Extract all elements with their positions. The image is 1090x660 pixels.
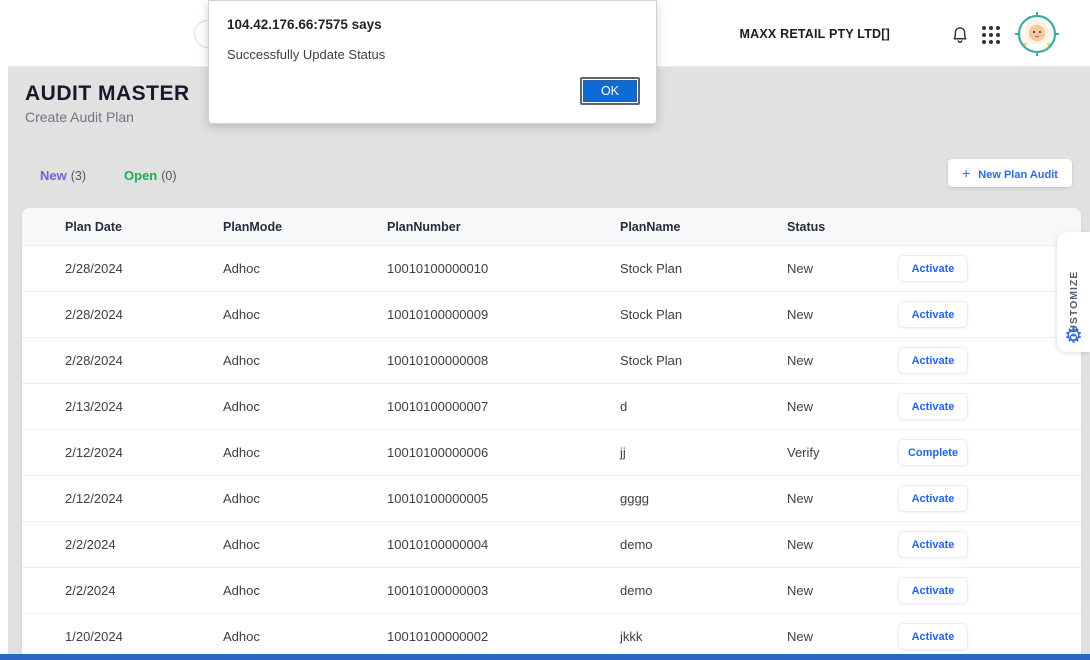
status-text: New [787,353,898,368]
alert-dialog-title: 104.42.176.66:7575 says [227,17,382,32]
cell-plan-number: 10010100000007 [387,399,620,414]
status-text: Verify [787,445,898,460]
tab-new-label: New [40,168,67,183]
col-plan-name: PlanName [620,220,787,234]
col-status: Status [787,220,898,234]
tab-new[interactable]: New (3) [40,168,86,183]
cell-plan-number: 10010100000002 [387,629,620,644]
table-row: 2/28/2024 Adhoc 10010100000009 Stock Pla… [22,292,1081,338]
cell-plan-mode: Adhoc [223,353,387,368]
cell-plan-number: 10010100000006 [387,445,620,460]
apps-grid-icon[interactable] [982,25,1002,45]
status-text: New [787,583,898,598]
status-text: New [787,537,898,552]
app-window: MAXX RETAIL PTY LTD[] [0,0,1090,660]
cell-plan-number: 10010100000008 [387,353,620,368]
cell-plan-name: demo [620,583,787,598]
col-plan-date: Plan Date [65,220,223,234]
new-plan-audit-button[interactable]: + New Plan Audit [948,159,1072,187]
cell-plan-date: 2/12/2024 [65,445,223,460]
cell-plan-name: gggg [620,491,787,506]
cell-plan-date: 2/13/2024 [65,399,223,414]
cell-plan-name: demo [620,537,787,552]
status-text: New [787,399,898,414]
cell-plan-number: 10010100000004 [387,537,620,552]
page-subtitle: Create Audit Plan [25,109,134,125]
cell-plan-mode: Adhoc [223,583,387,598]
table-row: 2/12/2024 Adhoc 10010100000005 gggg New … [22,476,1081,522]
activate-button[interactable]: Activate [898,347,968,374]
activate-button[interactable]: Activate [898,577,968,604]
cell-plan-name: Stock Plan [620,353,787,368]
table-row: 2/2/2024 Adhoc 10010100000004 demo New A… [22,522,1081,568]
status-text: New [787,629,898,644]
tab-open-count: (0) [161,169,176,183]
cell-plan-number: 10010100000003 [387,583,620,598]
col-plan-mode: PlanMode [223,220,387,234]
activate-button[interactable]: Activate [898,623,968,650]
user-avatar[interactable] [1014,11,1060,57]
cell-plan-mode: Adhoc [223,629,387,644]
plus-icon: + [962,165,970,181]
activate-button[interactable]: Activate [898,531,968,558]
cell-plan-mode: Adhoc [223,491,387,506]
cell-plan-number: 10010100000010 [387,261,620,276]
gear-icon[interactable]: ⚙ [1064,326,1083,347]
col-plan-number: PlanNumber [387,220,620,234]
tab-open-label: Open [124,168,157,183]
audit-plan-table: Plan Date PlanMode PlanNumber PlanName S… [22,208,1081,660]
ok-button[interactable]: OK [583,80,637,102]
activate-button[interactable]: Activate [898,255,968,282]
status-text: New [787,261,898,276]
cell-plan-date: 2/28/2024 [65,353,223,368]
table-row: 2/2/2024 Adhoc 10010100000003 demo New A… [22,568,1081,614]
tab-open[interactable]: Open (0) [124,168,177,183]
notifications-bell-icon[interactable] [950,25,970,45]
status-text: New [787,491,898,506]
tab-new-count: (3) [71,169,86,183]
table-row: 2/28/2024 Adhoc 10010100000010 Stock Pla… [22,246,1081,292]
company-name: MAXX RETAIL PTY LTD[] [740,27,891,41]
cell-plan-date: 1/20/2024 [65,629,223,644]
activate-button[interactable]: Activate [898,393,968,420]
table-row: 2/13/2024 Adhoc 10010100000007 d New Act… [22,384,1081,430]
status-tabs: New (3) Open (0) [40,168,177,183]
page-title: AUDIT MASTER [25,82,190,106]
cell-plan-mode: Adhoc [223,399,387,414]
activate-button[interactable]: Activate [898,485,968,512]
left-gutter [0,0,8,654]
alert-dialog-message: Successfully Update Status [227,47,385,62]
cell-plan-mode: Adhoc [223,307,387,322]
cell-plan-date: 2/2/2024 [65,537,223,552]
ok-button-focus-ring: OK [580,77,640,105]
customize-panel-handle[interactable]: CUSTOMIZE ⚙ [1057,232,1090,352]
status-text: New [787,307,898,322]
cell-plan-date: 2/28/2024 [65,261,223,276]
cell-plan-mode: Adhoc [223,537,387,552]
new-plan-audit-label: New Plan Audit [978,169,1058,181]
activate-button[interactable]: Activate [898,301,968,328]
cell-plan-name: Stock Plan [620,307,787,322]
cell-plan-mode: Adhoc [223,261,387,276]
complete-button[interactable]: Complete [898,439,968,466]
cell-plan-date: 2/28/2024 [65,307,223,322]
bottom-accent-bar [0,654,1090,660]
cell-plan-name: d [620,399,787,414]
cell-plan-number: 10010100000009 [387,307,620,322]
table-row: 2/12/2024 Adhoc 10010100000006 jj Verify… [22,430,1081,476]
cell-plan-mode: Adhoc [223,445,387,460]
cell-plan-name: Stock Plan [620,261,787,276]
alert-dialog: 104.42.176.66:7575 says Successfully Upd… [208,0,657,124]
cell-plan-date: 2/2/2024 [65,583,223,598]
table-row: 2/28/2024 Adhoc 10010100000008 Stock Pla… [22,338,1081,384]
table-header-row: Plan Date PlanMode PlanNumber PlanName S… [22,208,1081,246]
cell-plan-name: jj [620,445,787,460]
cell-plan-date: 2/12/2024 [65,491,223,506]
cell-plan-name: jkkk [620,629,787,644]
cell-plan-number: 10010100000005 [387,491,620,506]
